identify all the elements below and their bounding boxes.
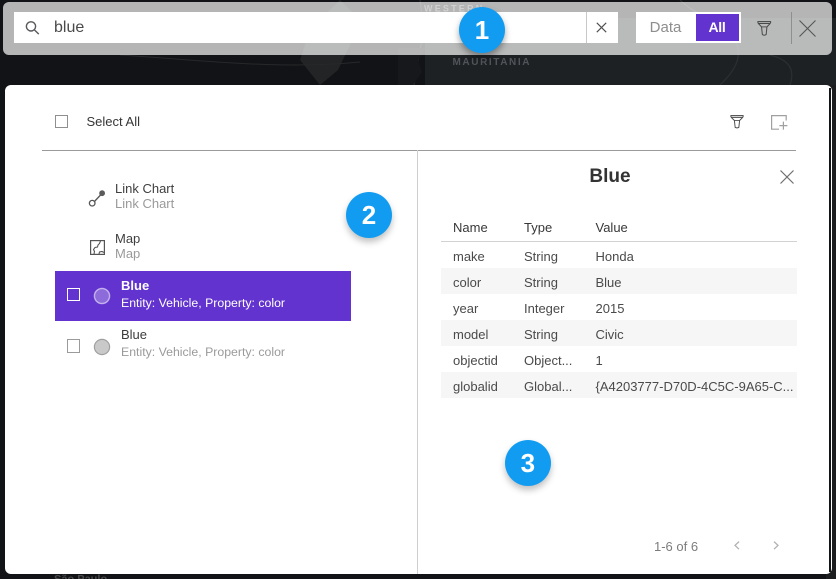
svg-text:São Paulo: São Paulo [54, 574, 107, 579]
svg-text:MAURITANIA: MAURITANIA [453, 57, 532, 68]
